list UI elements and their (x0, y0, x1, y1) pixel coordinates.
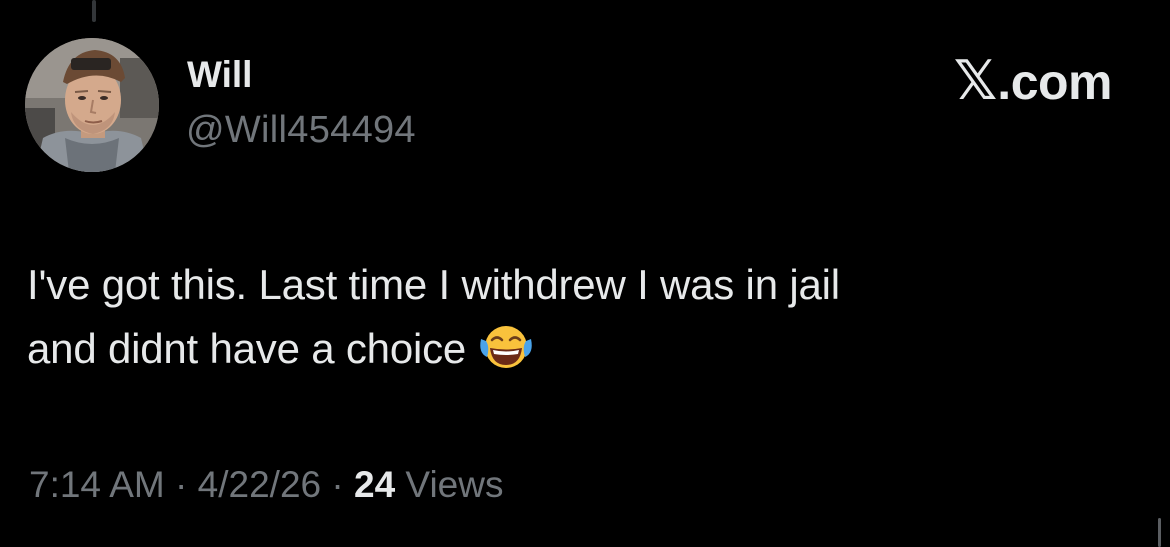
tweet-text-line-1: I've got this. Last time I withdrew I wa… (27, 261, 840, 308)
x-logo-icon: 𝕏 (953, 49, 998, 112)
meta-separator: · (164, 464, 198, 505)
tweet-text-line-2: and didnt have a choice (27, 317, 1127, 381)
author-display-name[interactable]: Will (187, 56, 252, 93)
thread-connector-line (92, 0, 96, 22)
tweet-date[interactable]: 4/22/26 (198, 464, 321, 505)
brand-domain-text: .com (997, 54, 1112, 110)
face-with-tears-of-joy-icon (480, 326, 532, 368)
meta-separator: · (321, 464, 354, 505)
author-handle[interactable]: @Will454494 (186, 111, 416, 149)
views-label[interactable]: Views (395, 464, 503, 505)
tweet-text-line-2-content: and didnt have a choice (27, 325, 467, 372)
tweet-text: I've got this. Last time I withdrew I wa… (27, 253, 1127, 381)
avatar[interactable] (25, 38, 159, 172)
x-com-watermark: 𝕏 .com (953, 49, 1113, 112)
scrollbar[interactable] (1158, 518, 1161, 547)
avatar-photo (25, 38, 159, 172)
tweet-metadata: 7:14 AM · 4/22/26 · 24 Views (29, 466, 503, 503)
views-count[interactable]: 24 (354, 464, 395, 505)
tweet-time[interactable]: 7:14 AM (29, 464, 165, 505)
